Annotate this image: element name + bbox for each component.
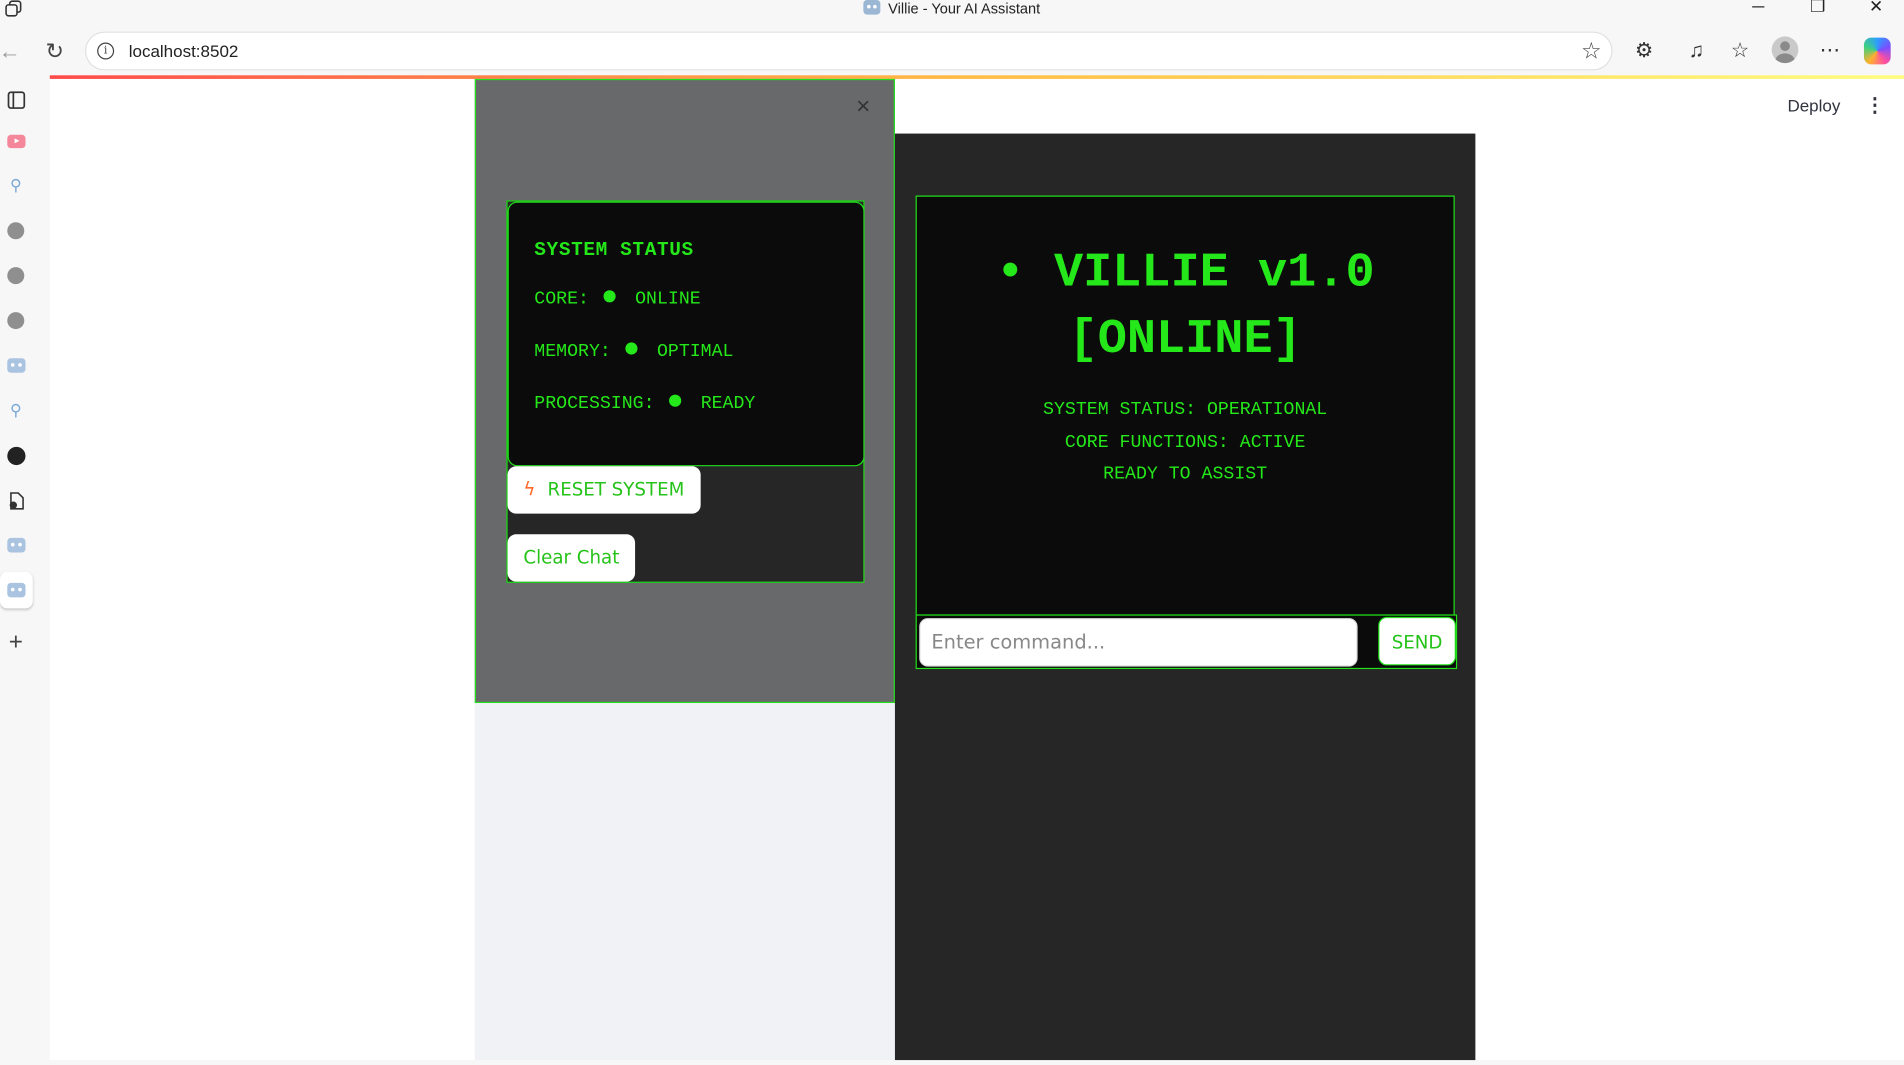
robot-favicon-icon (863, 0, 881, 15)
github-tab-icon[interactable] (2, 442, 29, 469)
status-label: PROCESSING: (534, 393, 655, 415)
title-line-2: [ONLINE] (1068, 313, 1302, 368)
status-line: READY TO ASSIST (1103, 463, 1268, 485)
browser-toolbar: ← ↻ i localhost:8502 ☆ ⚙ ♫ ☆ ⋯ (0, 27, 1904, 76)
favorite-star-icon[interactable]: ☆ (1581, 38, 1602, 66)
robot-tab-icon[interactable] (2, 352, 29, 379)
favorites-icon[interactable]: ☆ (1724, 35, 1756, 67)
info-icon[interactable]: i (97, 42, 115, 60)
command-bar: Enter command... SEND (915, 614, 1458, 670)
title-line-1: • VILLIE v1.0 (995, 246, 1375, 302)
system-status-card: SYSTEM STATUS CORE: ONLINE MEMORY: OPTIMAL… (507, 201, 865, 467)
search-tab-icon[interactable]: ⚲ (2, 397, 29, 424)
search-tab-icon[interactable]: ⚲ (2, 172, 29, 199)
page-viewport: Deploy ⋮ × SYSTEM STATUS CORE: ONLINE MEM… (49, 75, 1904, 1061)
status-line: CORE FUNCTIONS: ACTIVE (1064, 431, 1306, 453)
window-title: Villie - Your AI Assistant (0, 0, 1904, 17)
reset-system-label: RESET SYSTEM (547, 478, 685, 501)
tab-actions-icon[interactable] (2, 86, 29, 113)
assistant-display: • VILLIE v1.0 [ONLINE] SYSTEM STATUS: OP… (915, 195, 1455, 616)
youtube-tab-icon[interactable] (2, 128, 29, 155)
crown-tab-icon[interactable] (2, 262, 29, 289)
status-value: ONLINE (635, 289, 701, 310)
status-row-processing: PROCESSING: READY (534, 393, 755, 414)
address-bar-url[interactable]: localhost:8502 (129, 41, 239, 60)
status-title: SYSTEM STATUS (534, 239, 694, 262)
lightning-icon: ϟ (523, 478, 536, 501)
status-row-core: CORE: ONLINE (534, 289, 700, 310)
status-label: MEMORY: (534, 341, 611, 362)
status-dot-icon (669, 394, 682, 407)
sidebar-lower-area (474, 703, 895, 1061)
status-value: READY (700, 393, 756, 415)
status-label: CORE: (534, 289, 589, 310)
restore-button[interactable]: ❐ (1806, 0, 1830, 17)
send-button[interactable]: SEND (1378, 616, 1456, 666)
status-value: OPTIMAL (656, 341, 734, 362)
window-title-text: Villie - Your AI Assistant (888, 0, 1041, 18)
deploy-button[interactable]: Deploy (1787, 96, 1840, 115)
close-window-button[interactable]: ✕ (1864, 0, 1888, 17)
status-line: SYSTEM STATUS: OPERATIONAL (1043, 399, 1328, 421)
new-tab-plus-icon[interactable]: + (2, 628, 29, 656)
main-content: • VILLIE v1.0 [ONLINE] SYSTEM STATUS: OP… (894, 133, 1476, 1061)
reset-system-button[interactable]: ϟ RESET SYSTEM (507, 466, 701, 514)
copilot-icon[interactable] (1863, 37, 1891, 65)
more-icon[interactable]: ⋯ (1814, 35, 1846, 67)
profile-icon[interactable] (1771, 36, 1799, 64)
status-dot-icon (603, 290, 616, 303)
document-tab-icon[interactable] (2, 487, 29, 514)
robot-tab-active-icon[interactable] (0, 571, 33, 609)
crown-tab-icon[interactable] (2, 217, 29, 244)
app-header-decoration (49, 75, 1904, 79)
status-row-memory: MEMORY: OPTIMAL (534, 341, 733, 362)
system-status-lines: SYSTEM STATUS: OPERATIONAL CORE FUNCTION… (917, 395, 1454, 492)
back-icon[interactable]: ← (0, 36, 24, 65)
main-menu-icon[interactable]: ⋮ (1865, 94, 1884, 118)
window-title-bar: Villie - Your AI Assistant ─ ❐ ✕ (0, 0, 1904, 20)
app-sidebar: × SYSTEM STATUS CORE: ONLINE MEMORY: OPTIM… (474, 78, 895, 704)
command-input[interactable]: Enter command... (919, 618, 1358, 667)
refresh-icon[interactable]: ↻ (40, 36, 69, 65)
status-dot-icon (625, 342, 638, 355)
media-icon[interactable]: ♫ (1681, 35, 1713, 67)
clear-chat-button[interactable]: Clear Chat (507, 534, 636, 582)
address-bar[interactable]: i localhost:8502 ☆ (85, 31, 1613, 71)
minimize-button[interactable]: ─ (1746, 0, 1770, 16)
crown-tab-icon[interactable] (2, 307, 29, 334)
page-title: • VILLIE v1.0 [ONLINE] (917, 240, 1454, 374)
robot-tab-icon[interactable] (2, 532, 29, 559)
close-sidebar-icon[interactable]: × (856, 94, 870, 122)
extensions-icon[interactable]: ⚙ (1628, 35, 1660, 67)
browser-side-bar: ⚲ ⚲ + (0, 75, 49, 1065)
